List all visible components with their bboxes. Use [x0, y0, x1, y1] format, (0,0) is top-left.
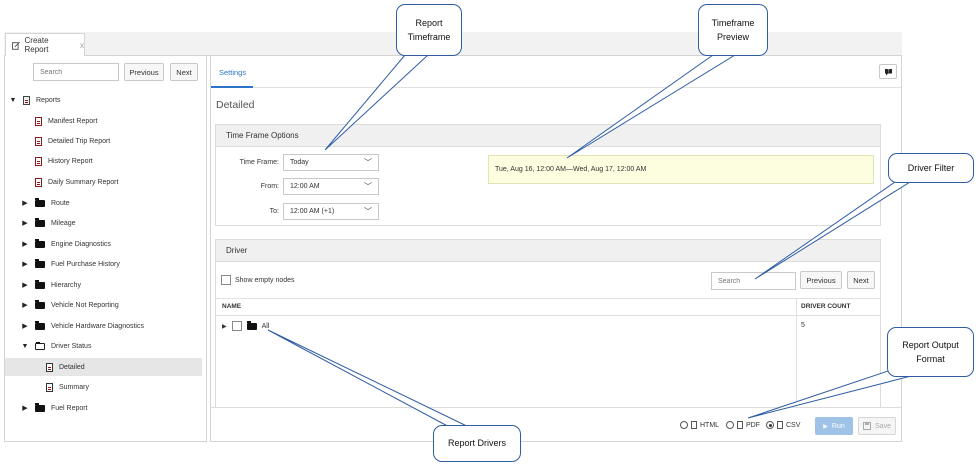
callout-text: Report Drivers	[447, 438, 506, 449]
callout-text: Preview	[716, 32, 749, 42]
pointer-report-drivers	[267, 329, 476, 431]
callout-report-timeframe: Report Timeframe	[396, 4, 462, 56]
callout-text: Timeframe	[711, 17, 755, 28]
callout-text: Timeframe	[407, 32, 451, 42]
callout-report-output-format: Report Output Format	[887, 327, 974, 377]
callout-report-drivers: Report Drivers	[433, 425, 521, 462]
callout-driver-filter: Driver Filter	[888, 153, 974, 183]
pointer-timeframe-preview	[566, 54, 737, 159]
callout-text: Report	[415, 17, 443, 28]
pointer-driver-filter	[754, 181, 912, 280]
callout-pointers	[267, 54, 917, 431]
callout-text: Format	[916, 354, 945, 364]
callout-text: Driver Filter	[907, 162, 955, 173]
callout-timeframe-preview: Timeframe Preview	[698, 4, 768, 56]
pointer-report-timeframe	[324, 54, 430, 151]
callout-text: Report Output	[902, 339, 959, 350]
